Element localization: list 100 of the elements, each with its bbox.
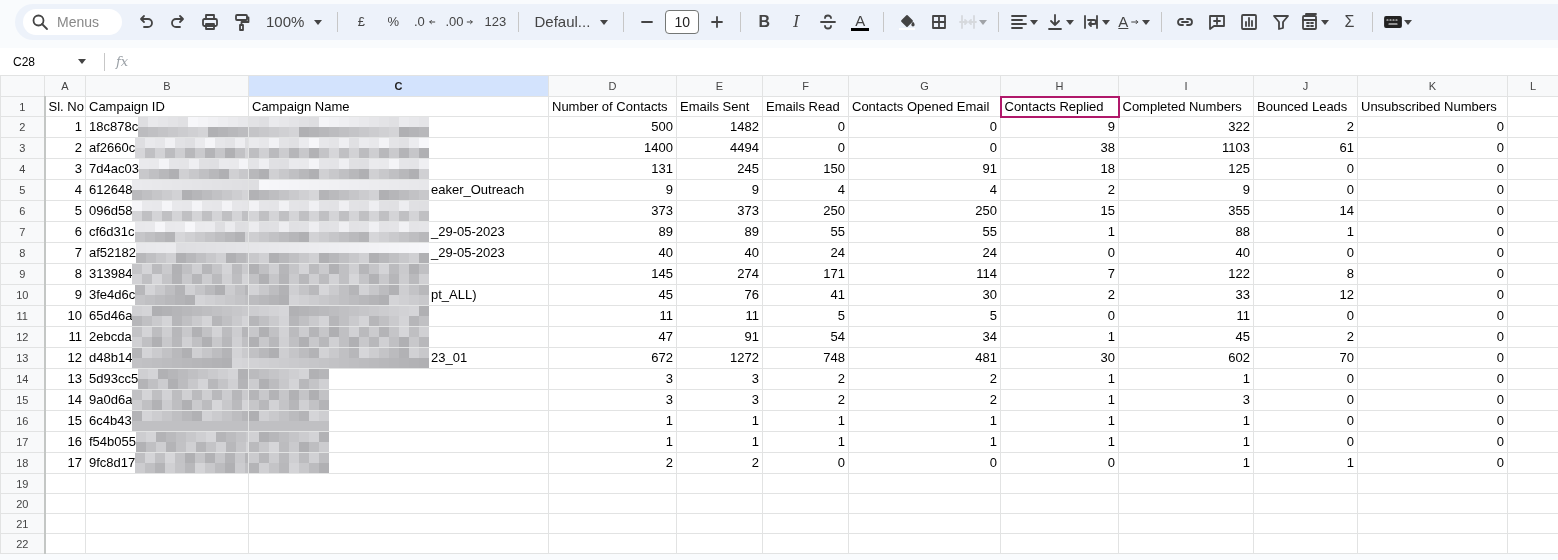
format-button[interactable]: 123 — [481, 8, 510, 36]
column-header[interactable]: J — [1253, 75, 1358, 97]
column-header[interactable]: I — [1118, 75, 1254, 97]
row-header[interactable]: 14 — [0, 368, 45, 390]
row-header[interactable]: 15 — [0, 389, 45, 411]
row-header[interactable]: 1 — [0, 96, 45, 117]
table-cell: 0 — [1357, 347, 1508, 369]
sum-button[interactable]: Σ — [1335, 8, 1364, 36]
text-rotation-button[interactable]: A — [1116, 8, 1153, 36]
table-cell-text: d48b14 — [88, 349, 133, 367]
row-header[interactable]: 20 — [0, 493, 45, 514]
row-header[interactable]: 5 — [0, 179, 45, 201]
column-header[interactable]: F — [762, 75, 849, 97]
row-header[interactable]: 22 — [0, 533, 45, 554]
row-header[interactable]: 3 — [0, 137, 45, 159]
row-header[interactable]: 7 — [0, 221, 45, 243]
caret-icon — [314, 19, 323, 25]
row-header[interactable]: 8 — [0, 242, 45, 264]
arrow-icon — [465, 17, 476, 27]
table-cell: 481 — [848, 347, 1001, 369]
table-cell: 24 — [848, 242, 1001, 264]
font-size-field[interactable]: 10 — [665, 10, 700, 34]
increase-decimal-button[interactable]: .00 — [443, 8, 478, 36]
column-header[interactable]: B — [85, 75, 249, 97]
table-cell: 1 — [1118, 431, 1254, 453]
column-header[interactable]: G — [848, 75, 1001, 97]
table-cell: 4 — [44, 179, 86, 201]
table-cell: 1 — [1253, 452, 1358, 474]
table-cell: 2 — [848, 368, 1001, 390]
header-cell: Unsubscribed Numbers — [1357, 96, 1508, 117]
row-header[interactable]: 12 — [0, 326, 45, 348]
row-header[interactable]: 9 — [0, 263, 45, 285]
column-header[interactable]: A — [44, 75, 86, 97]
column-header[interactable]: L — [1507, 75, 1558, 97]
header-cell: Sl. No — [44, 96, 86, 117]
name-box[interactable]: C28 — [0, 48, 92, 75]
table-cell: 1 — [1000, 410, 1119, 432]
caret-icon — [979, 19, 988, 25]
row-header[interactable]: 4 — [0, 158, 45, 180]
row-header[interactable]: 16 — [0, 410, 45, 432]
search-field[interactable]: Menus — [23, 9, 122, 35]
row-header[interactable]: 19 — [0, 473, 45, 494]
table-cell: 12 — [44, 347, 86, 369]
table-cell: 10 — [44, 305, 86, 327]
table-cell-text: 7d4ac03 — [88, 160, 139, 178]
column-header[interactable]: E — [676, 75, 763, 97]
column-header[interactable]: D — [548, 75, 677, 97]
bold-button[interactable]: B — [750, 8, 779, 36]
decrease-decimal-button[interactable]: .0 — [411, 8, 440, 36]
search-input[interactable]: Menus — [57, 11, 113, 33]
table-cell: 14 — [44, 389, 86, 411]
table-cell: 70 — [1253, 347, 1358, 369]
table-cell: _29-05-2023 — [431, 244, 505, 262]
table-cell-text: af2660c — [88, 139, 136, 157]
table-cell: 30 — [848, 284, 1001, 306]
table-cell: 0 — [848, 116, 1001, 138]
format-button[interactable]: % — [379, 8, 408, 36]
table-cell: 1272 — [676, 347, 763, 369]
row-header[interactable]: 10 — [0, 284, 45, 306]
row-header[interactable]: 13 — [0, 347, 45, 369]
text-color-button[interactable]: A — [846, 8, 875, 36]
row-header[interactable]: 2 — [0, 116, 45, 138]
row-header[interactable]: 6 — [0, 200, 45, 222]
row-header[interactable]: 11 — [0, 305, 45, 327]
table-cell: 748 — [762, 347, 849, 369]
table-cell: 1482 — [676, 116, 763, 138]
column-header[interactable]: C — [248, 75, 549, 97]
table-cell: 7 — [44, 242, 86, 264]
filter-icon — [1272, 13, 1291, 31]
table-cell: 373 — [548, 200, 677, 222]
dropdown-button[interactable]: Defaul... — [528, 8, 615, 36]
table-cell: 1 — [1118, 452, 1254, 474]
row-header[interactable]: 18 — [0, 452, 45, 474]
table-cell: 1 — [1000, 221, 1119, 243]
table-cell: 1 — [762, 431, 849, 453]
dropdown-button[interactable]: 100% — [260, 8, 329, 36]
table-cell: 2 — [1000, 284, 1119, 306]
text-wrap-icon — [1082, 13, 1101, 31]
table-cell: 15 — [1000, 200, 1119, 222]
table-cell: 1 — [1118, 410, 1254, 432]
format-button[interactable]: £ — [347, 8, 376, 36]
row-header[interactable]: 17 — [0, 431, 45, 453]
table-cell: 9 — [548, 179, 677, 201]
table-cell: 47 — [548, 326, 677, 348]
table-cell: pt_ALL) — [431, 286, 477, 304]
table-cell: 15 — [44, 410, 86, 432]
table-cell: 13 — [44, 368, 86, 390]
keyboard-icon — [1384, 13, 1403, 31]
minus-icon — [641, 21, 654, 23]
column-header[interactable]: K — [1357, 75, 1508, 97]
row-header[interactable]: 21 — [0, 513, 45, 534]
italic-button[interactable]: I — [782, 8, 811, 36]
table-cell: 5 — [848, 305, 1001, 327]
table-cell: 1 — [676, 410, 763, 432]
table-cell: 0 — [1357, 452, 1508, 474]
table-cell: 1103 — [1118, 137, 1254, 159]
column-header[interactable]: H — [1000, 75, 1119, 97]
table-cell: 33 — [1118, 284, 1254, 306]
table-cell: 3 — [548, 368, 677, 390]
table-cell: 1 — [848, 410, 1001, 432]
